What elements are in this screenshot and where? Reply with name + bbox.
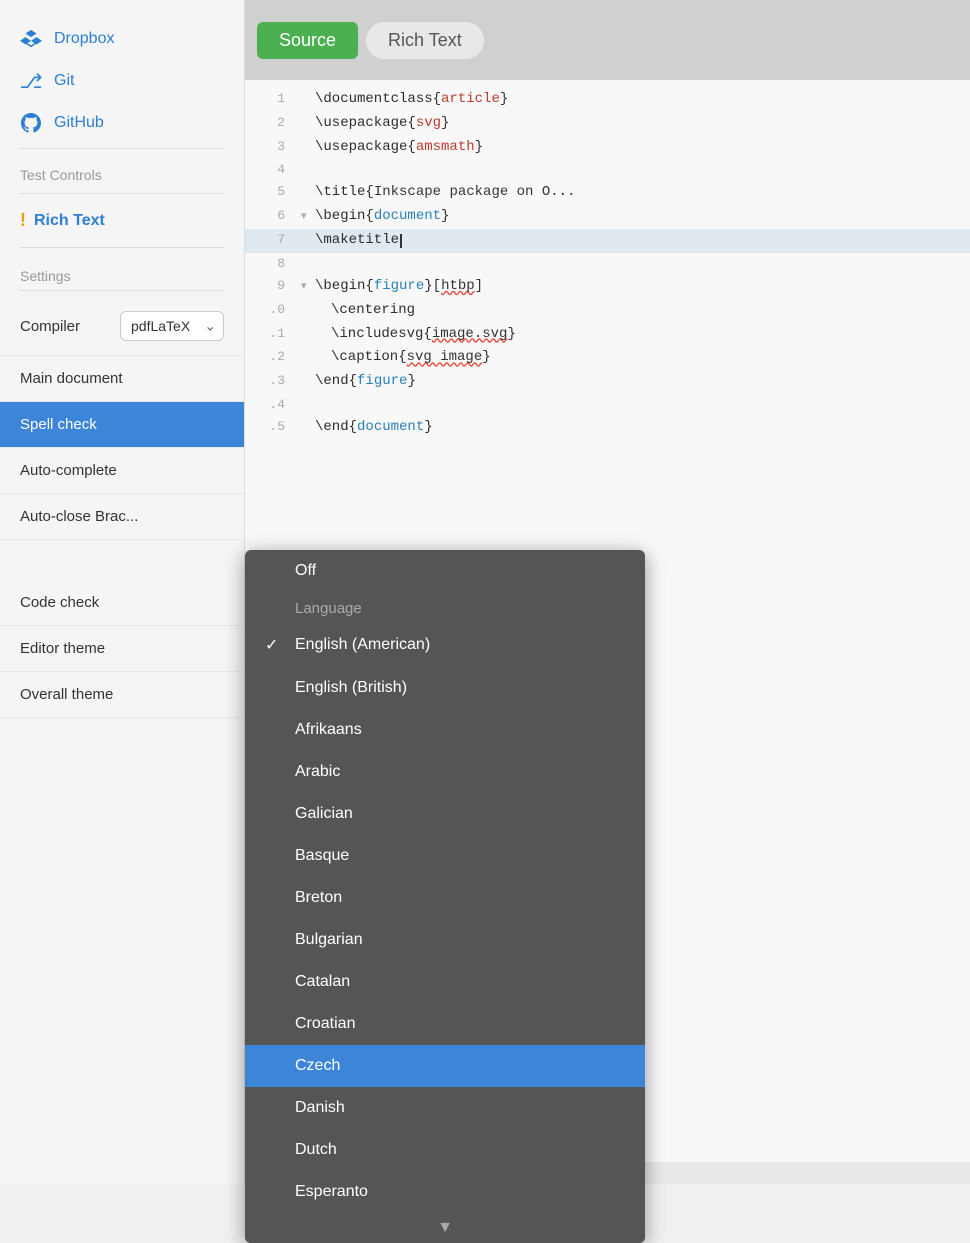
dropdown-item-afrikaans[interactable]: Afrikaans: [245, 709, 645, 751]
code-line-13: .3 \end{figure}: [245, 370, 970, 394]
settings-row-spell-check[interactable]: Spell check: [0, 402, 244, 448]
settings-row-main-document[interactable]: Main document: [0, 356, 244, 402]
editor-header: Source Rich Text: [245, 0, 970, 80]
settings-row-overall-theme[interactable]: Overall theme: [0, 672, 244, 718]
dropdown-item-dutch[interactable]: Dutch: [245, 1129, 645, 1171]
dropdown-bulgarian-label: Bulgarian: [295, 931, 363, 949]
spacer: [0, 540, 244, 580]
code-line-14: .4: [245, 394, 970, 416]
spell-check-dropdown: Off Language ✓ English (American) Englis…: [245, 550, 645, 1243]
checkmark-english-american: ✓: [265, 635, 283, 655]
code-check-label: Code check: [20, 594, 99, 611]
overall-theme-label: Overall theme: [20, 686, 113, 703]
warning-icon: !: [20, 210, 26, 231]
dropdown-item-galician[interactable]: Galician: [245, 793, 645, 835]
dropdown-english-american-label: English (American): [295, 636, 430, 654]
dropdown-arabic-label: Arabic: [295, 763, 340, 781]
code-line-5: 5 \title{Inkscape package on O...: [245, 181, 970, 205]
code-line-12: .2 \caption{svg image}: [245, 346, 970, 370]
dropdown-item-danish[interactable]: Danish: [245, 1087, 645, 1129]
dropdown-croatian-label: Croatian: [295, 1015, 355, 1033]
dropdown-galician-label: Galician: [295, 805, 353, 823]
dropdown-item-english-british[interactable]: English (British): [245, 667, 645, 709]
tab-richtext[interactable]: Rich Text: [366, 22, 484, 59]
dropdown-language-header: Language: [295, 600, 362, 617]
code-line-9: 9 ▾ \begin{figure}[htbp]: [245, 275, 970, 299]
dropdown-item-breton[interactable]: Breton: [245, 877, 645, 919]
code-line-3: 3 \usepackage{amsmath}: [245, 136, 970, 160]
dropdown-danish-label: Danish: [295, 1099, 345, 1117]
richtext-nav-label: Rich Text: [34, 212, 105, 230]
editor-theme-label: Editor theme: [20, 640, 105, 657]
dropdown-basque-label: Basque: [295, 847, 349, 865]
sidebar: Dropbox ⎇ Git GitHub Test Controls ! Ric…: [0, 0, 245, 1184]
dropbox-icon: [20, 28, 42, 50]
dropdown-esperanto-label: Esperanto: [295, 1183, 368, 1201]
settings-row-compiler: Compiler pdfLaTeX LaTeX XeLaTeX LuaLaTeX: [0, 297, 244, 356]
main-document-label: Main document: [20, 370, 123, 387]
dropdown-item-bulgarian[interactable]: Bulgarian: [245, 919, 645, 961]
dropdown-item-arabic[interactable]: Arabic: [245, 751, 645, 793]
code-line-8: 8: [245, 253, 970, 275]
settings-row-auto-complete[interactable]: Auto-complete: [0, 448, 244, 494]
dropdown-english-british-label: English (British): [295, 679, 407, 697]
code-line-4: 4: [245, 159, 970, 181]
sidebar-item-github[interactable]: GitHub: [0, 102, 244, 144]
git-icon: ⎇: [20, 70, 42, 92]
dropdown-off-label: Off: [295, 562, 316, 580]
test-controls-label: Test Controls: [0, 153, 244, 189]
code-line-10: .0 \centering: [245, 299, 970, 323]
code-line-6: 6 ▾ \begin{document}: [245, 205, 970, 229]
arrow-down-icon: ▼: [437, 1219, 453, 1236]
spell-check-label: Spell check: [20, 416, 97, 433]
dropdown-item-english-american[interactable]: ✓ English (American): [245, 623, 645, 667]
auto-close-label: Auto-close Brac...: [20, 508, 138, 525]
dropdown-czech-label: Czech: [295, 1057, 340, 1075]
github-icon: [20, 112, 42, 134]
auto-complete-label: Auto-complete: [20, 462, 117, 479]
tab-source[interactable]: Source: [257, 22, 358, 59]
compiler-label: Compiler: [20, 318, 80, 335]
sidebar-nav-section: Dropbox ⎇ Git GitHub Test Controls ! Ric…: [0, 0, 244, 718]
code-line-2: 2 \usepackage{svg}: [245, 112, 970, 136]
dropdown-item-catalan[interactable]: Catalan: [245, 961, 645, 1003]
divider-3: [20, 247, 224, 248]
code-line-15: .5 \end{document}: [245, 416, 970, 440]
dropdown-afrikaans-label: Afrikaans: [295, 721, 362, 739]
dropdown-item-off[interactable]: Off: [245, 550, 645, 592]
divider-2: [20, 193, 224, 194]
settings-row-code-check[interactable]: Code check: [0, 580, 244, 626]
scroll-down-arrow[interactable]: ▼: [245, 1213, 645, 1243]
dropdown-breton-label: Breton: [295, 889, 342, 907]
sidebar-item-dropbox[interactable]: Dropbox: [0, 18, 244, 60]
git-label: Git: [54, 72, 74, 90]
dropdown-dutch-label: Dutch: [295, 1141, 337, 1159]
dropdown-item-esperanto[interactable]: Esperanto: [245, 1171, 645, 1213]
dropbox-label: Dropbox: [54, 30, 114, 48]
dropdown-item-croatian[interactable]: Croatian: [245, 1003, 645, 1045]
sidebar-item-git[interactable]: ⎇ Git: [0, 60, 244, 102]
divider-1: [20, 148, 224, 149]
dropdown-item-czech[interactable]: Czech: [245, 1045, 645, 1087]
sidebar-item-richtext[interactable]: ! Rich Text: [0, 198, 244, 243]
dropdown-item-basque[interactable]: Basque: [245, 835, 645, 877]
code-line-7: 7 \maketitle: [245, 229, 970, 253]
compiler-select-wrapper: pdfLaTeX LaTeX XeLaTeX LuaLaTeX: [120, 311, 224, 341]
settings-row-auto-close[interactable]: Auto-close Brac...: [0, 494, 244, 540]
github-label: GitHub: [54, 114, 104, 132]
settings-label: Settings: [0, 252, 244, 290]
compiler-select[interactable]: pdfLaTeX LaTeX XeLaTeX LuaLaTeX: [120, 311, 224, 341]
dropdown-catalan-label: Catalan: [295, 973, 350, 991]
settings-row-editor-theme[interactable]: Editor theme: [0, 626, 244, 672]
dropdown-section-language: Language: [245, 592, 645, 623]
code-line-1: 1 \documentclass{article}: [245, 88, 970, 112]
divider-4: [20, 290, 224, 291]
code-line-11: .1 \includesvg{image.svg}: [245, 323, 970, 347]
